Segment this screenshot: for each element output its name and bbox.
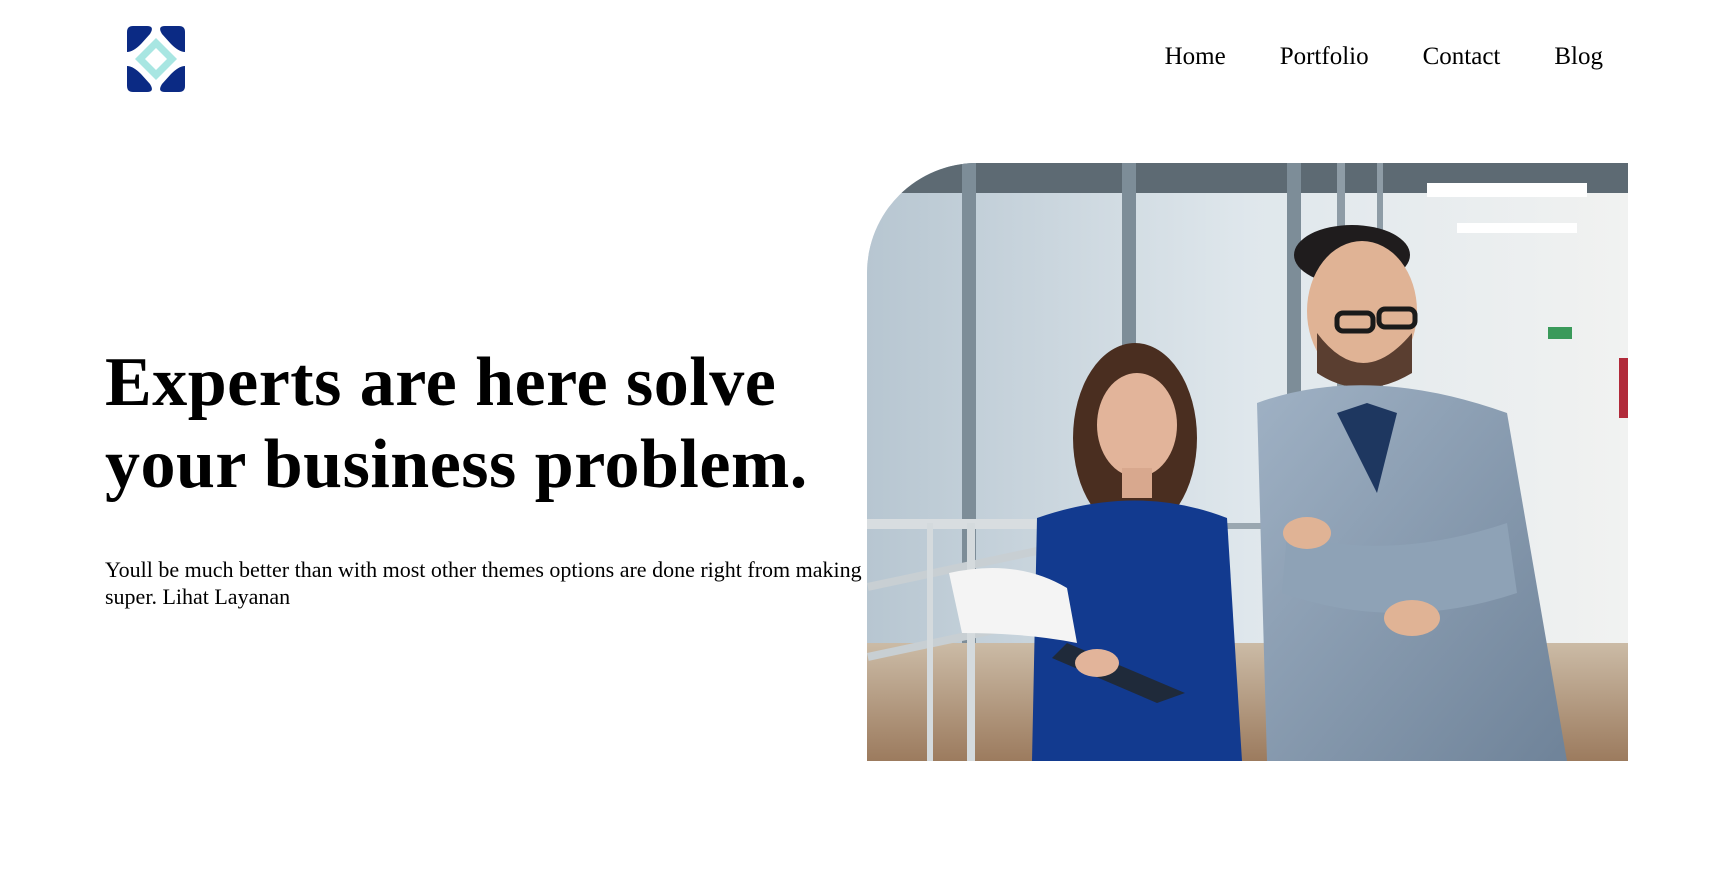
hero-description: Youll be much better than with most othe… bbox=[105, 557, 862, 609]
hero-image bbox=[867, 163, 1628, 761]
main-nav: Home Portfolio Contact Blog bbox=[1165, 44, 1603, 69]
logo-icon[interactable] bbox=[119, 22, 193, 96]
hero-title: Experts are here solve your business pro… bbox=[105, 344, 808, 503]
nav-contact-link[interactable]: Contact bbox=[1423, 44, 1501, 69]
nav-blog-link[interactable]: Blog bbox=[1554, 44, 1603, 69]
nav-home-link[interactable]: Home bbox=[1165, 44, 1226, 69]
business-people-photo bbox=[867, 163, 1628, 761]
landing-page: Home Portfolio Contact Blog Experts are … bbox=[0, 0, 1716, 874]
nav-portfolio-link[interactable]: Portfolio bbox=[1280, 44, 1369, 69]
